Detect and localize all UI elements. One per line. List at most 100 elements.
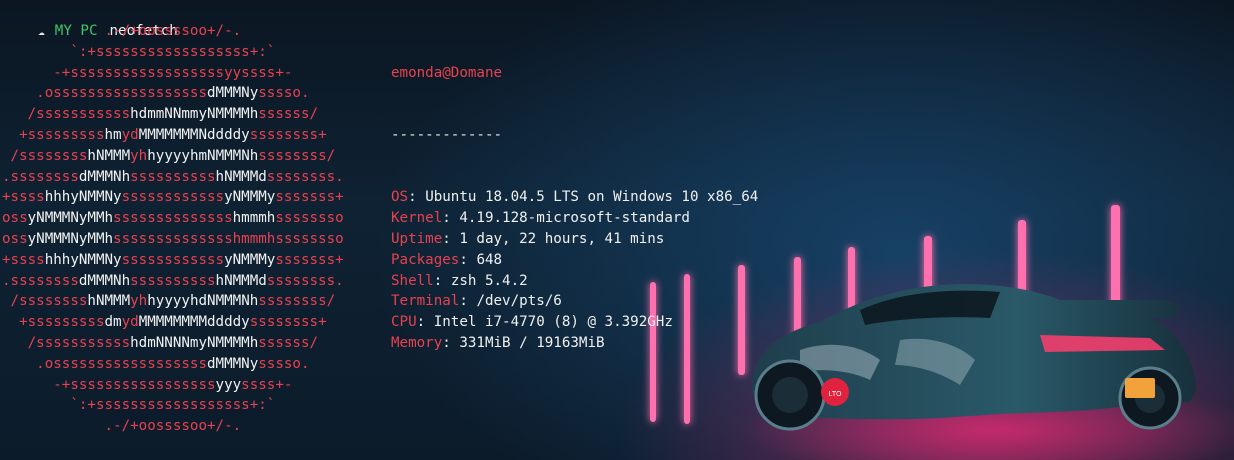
info-value: Ubuntu 18.04.5 LTS on Windows 10 x86_64 xyxy=(425,189,759,206)
logo-segment: /sssssssssss xyxy=(2,334,131,351)
logo-segment: ssssssss+ xyxy=(249,314,327,331)
logo-segment: yd xyxy=(121,126,139,143)
logo-segment: hNMMMd xyxy=(215,168,267,185)
info-colon: : xyxy=(442,210,460,227)
logo-line: .ssssssssdMMMNhsssssssssshNMMMdssssssss. xyxy=(2,167,344,188)
logo-segment: +ssss xyxy=(2,189,45,206)
logo-segment: sssso. xyxy=(258,85,310,102)
logo-segment: yNMMMNyMMh xyxy=(27,230,114,247)
logo-segment: sssso. xyxy=(258,355,310,372)
logo-segment: -+sssssssssssssssss xyxy=(2,376,216,393)
logo-line: `:+ssssssssssssssssss+:` xyxy=(2,42,344,63)
logo-segment: hhhyNMMNy xyxy=(44,251,122,268)
logo-line: ossyNMMMNyMMhsssssssssssssshmmmhssssssso xyxy=(2,229,344,250)
logo-segment: hNMMMd xyxy=(215,272,267,289)
logo-segment: sssssss+ xyxy=(275,189,344,206)
logo-segment: oss xyxy=(2,230,28,247)
logo-segment: hyyyyhmNMMMNh xyxy=(147,147,259,164)
info-value: 1 day, 22 hours, 41 mins xyxy=(459,230,665,247)
info-key: Packages xyxy=(391,251,460,268)
prompt-line[interactable]: ☁ MY PC neofetch xyxy=(4,0,178,39)
info-row-memory: Memory: 331MiB / 19163MiB xyxy=(391,333,758,354)
logo-segment: hm xyxy=(104,126,122,143)
logo-segment: /ssssssss xyxy=(2,147,88,164)
logo-segment: yh xyxy=(130,293,148,310)
info-value: 331MiB / 19163MiB xyxy=(459,334,605,351)
info-key: Kernel xyxy=(391,210,443,227)
logo-segment: ssssssss. xyxy=(266,168,344,185)
logo-segment: +sssssssss xyxy=(2,126,105,143)
info-row-uptime: Uptime: 1 day, 22 hours, 41 mins xyxy=(391,229,758,250)
logo-segment: dm xyxy=(104,314,122,331)
logo-segment: .ossssssssssssssssss xyxy=(2,355,207,372)
logo-segment: hNMMM xyxy=(87,147,131,164)
car-sticker-label: LTO xyxy=(829,391,843,398)
logo-line: /ssssssssssshdmNNNNmyNMMMMhssssss/ xyxy=(2,333,344,354)
logo-segment: hhhyNMMNy xyxy=(44,189,122,206)
logo-segment: ssssssss. xyxy=(266,272,344,289)
info-row-os: OS: Ubuntu 18.04.5 LTS on Windows 10 x86… xyxy=(391,187,758,208)
logo-line: /ssssssssssshdmmNNmmyNMMMMhssssss/ xyxy=(2,104,344,125)
logo-segment: `:+ssssssssssssssssss+:` xyxy=(2,397,276,414)
logo-segment: dMMMNh xyxy=(78,168,131,185)
info-colon: : xyxy=(459,293,477,310)
logo-line: +ssssssssshmydMMMMMMMNddddyssssssss+ xyxy=(2,125,344,146)
logo-segment: MMMMMMMMddddy xyxy=(138,314,250,331)
info-row-kernel: Kernel: 4.19.128-microsoft-standard xyxy=(391,208,758,229)
logo-line: /sssssssshNMMMyhhyyyyhmNMMMNhssssssss/ xyxy=(2,146,344,167)
logo-segment: yd xyxy=(121,314,139,331)
ubuntu-ascii-logo: .-/+oossssoo+/-. `:+ssssssssssssssssss+:… xyxy=(2,21,344,437)
logo-segment: yNMMMy xyxy=(224,189,276,206)
info-row-cpu: CPU: Intel i7-4770 (8) @ 3.392GHz xyxy=(391,312,758,333)
info-row-packages: Packages: 648 xyxy=(391,250,758,271)
logo-segment: dMMMNh xyxy=(78,272,131,289)
logo-segment: sssssss+ xyxy=(275,251,344,268)
info-key: Uptime xyxy=(391,230,443,247)
logo-segment: hmmmh xyxy=(232,210,276,227)
logo-line: .-/+oossssoo+/-. xyxy=(2,21,344,42)
logo-segment: yNMMMNyMMh xyxy=(27,210,114,227)
logo-line: +sssssssssdmydMMMMMMMMddddyssssssss+ xyxy=(2,312,344,333)
logo-segment: ssss+- xyxy=(241,376,293,393)
logo-segment: /ssssssss xyxy=(2,293,88,310)
logo-segment: oss xyxy=(2,210,28,227)
logo-segment: ssssssssss xyxy=(130,272,216,289)
info-colon: : xyxy=(433,272,451,289)
info-separator: ------------- xyxy=(391,126,503,143)
logo-segment: dMMMNy xyxy=(207,85,259,102)
info-key: OS xyxy=(391,189,409,206)
logo-segment: ssssssssssss xyxy=(121,189,225,206)
logo-segment: hNMMM xyxy=(87,293,131,310)
info-colon: : xyxy=(442,230,460,247)
system-info: emonda@Domane ------------- OS: Ubuntu 1… xyxy=(391,21,758,395)
logo-segment: yh xyxy=(130,147,148,164)
logo-segment: .-/+oossssoo+/-. xyxy=(2,418,242,435)
info-value: zsh 5.4.2 xyxy=(450,272,528,289)
info-key: Memory xyxy=(391,334,443,351)
logo-segment: yyy xyxy=(215,376,242,393)
info-colon: : xyxy=(442,334,460,351)
logo-segment: .ossssssssssssssssss xyxy=(2,85,207,102)
logo-segment: /sssssssssss xyxy=(2,106,131,123)
logo-segment: ssssssssssss xyxy=(121,251,225,268)
logo-line: +sssshhhyNMMNyssssssssssssyNMMMysssssss+ xyxy=(2,187,344,208)
logo-segment: .ssssssss xyxy=(2,272,79,289)
logo-line: .ssssssssdMMMNhsssssssssshNMMMdssssssss. xyxy=(2,271,344,292)
logo-line: .ossssssssssssssssssdMMMNysssso. xyxy=(2,83,344,104)
logo-segment: ssssss/ xyxy=(258,106,319,123)
info-colon: : xyxy=(408,189,426,206)
terminal-window[interactable]: LTO ☁ MY PC neofetch .-/+oossssoo+/-. `:+s… xyxy=(0,0,1234,460)
logo-segment: ssssssss+ xyxy=(249,126,327,143)
info-row-terminal: Terminal: /dev/pts/6 xyxy=(391,291,758,312)
user-host: emonda@Domane xyxy=(391,64,503,81)
logo-segment: .ssssssss xyxy=(2,168,79,185)
logo-segment: dMMMNy xyxy=(207,355,259,372)
logo-segment: .-/+oossssoo+/-. xyxy=(2,23,242,39)
logo-segment: +sssssssss xyxy=(2,314,105,331)
logo-line: +sssshhhyNMMNyssssssssssssyNMMMysssssss+ xyxy=(2,250,344,271)
logo-segment: -+ssssssssssssssssssyyssss+- xyxy=(2,64,293,81)
logo-line: .ossssssssssssssssssdMMMNysssso. xyxy=(2,354,344,375)
info-key: Terminal xyxy=(391,293,460,310)
info-value: 4.19.128-microsoft-standard xyxy=(459,210,690,227)
logo-line: /sssssssshNMMMyhhyyyyhdNMMMNhssssssss/ xyxy=(2,291,344,312)
